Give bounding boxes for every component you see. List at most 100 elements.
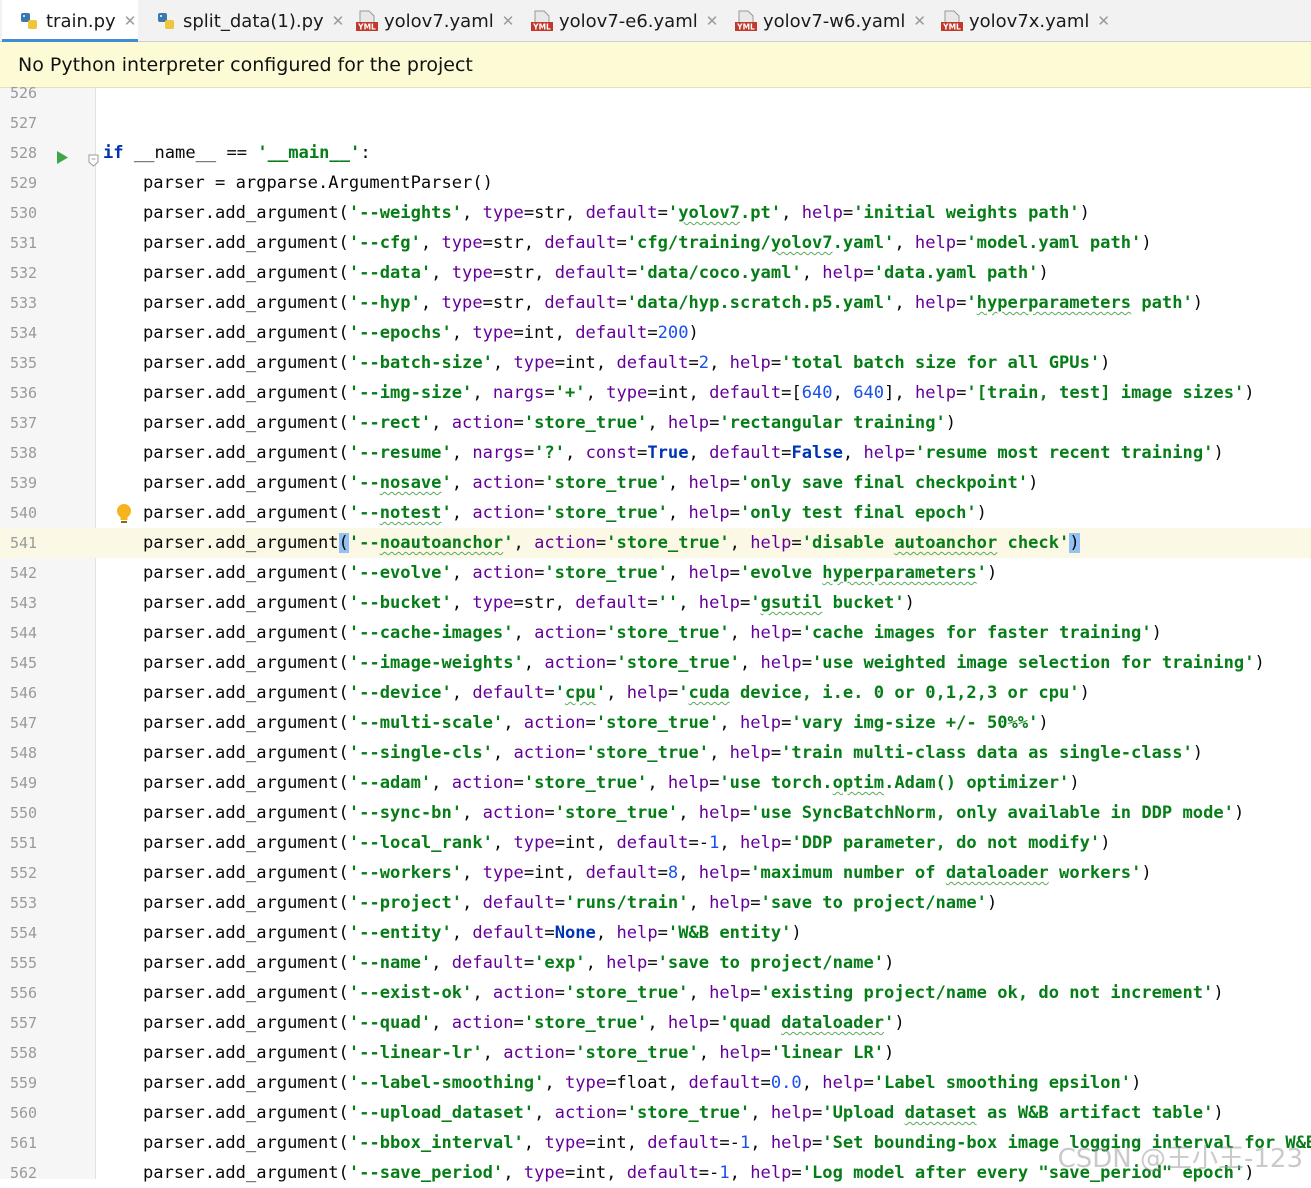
line-number: 559 [10, 1074, 38, 1092]
code-token: ' [966, 293, 977, 313]
code-line[interactable]: 552 parser.add_argument('--workers', type… [0, 858, 1311, 888]
line-code: parser.add_argument('--cache-images', ac… [143, 618, 1162, 648]
line-code: parser.add_argument('--hyp', type=str, d… [143, 288, 1203, 318]
editor-tab-bar: train.py ✕ split_data(1).py ✕ YML yolov7… [0, 0, 1311, 43]
code-line[interactable]: 532 parser.add_argument('--data', type=st… [0, 258, 1311, 288]
yaml-file-icon: YML [356, 10, 378, 32]
code-line[interactable]: 556 parser.add_argument('--exist-ok', act… [0, 978, 1311, 1008]
code-token: 640 [853, 383, 885, 403]
code-line[interactable]: 531 parser.add_argument('--cfg', type=str… [0, 228, 1311, 258]
code-line[interactable]: 551 parser.add_argument('--local_rank', t… [0, 828, 1311, 858]
code-token: action [544, 653, 607, 673]
code-line[interactable]: 536 parser.add_argument('--img-size', nar… [0, 378, 1311, 408]
code-token: = [657, 923, 668, 943]
code-token: ) [1069, 533, 1080, 553]
code-line[interactable]: 547 parser.add_argument('--multi-scale', … [0, 708, 1311, 738]
code-line[interactable]: 557 parser.add_argument('--quad', action=… [0, 1008, 1311, 1038]
code-line[interactable]: 555 parser.add_argument('--name', default… [0, 948, 1311, 978]
code-token: = [544, 803, 555, 823]
code-line[interactable]: 535 parser.add_argument('--batch-size', t… [0, 348, 1311, 378]
code-token: cpu [564, 683, 596, 703]
code-line[interactable]: 528 if __name__ == '__main__': [0, 138, 1311, 168]
code-token: 640 [801, 383, 833, 403]
code-line[interactable]: 527 [0, 108, 1311, 138]
code-token: , [894, 233, 915, 253]
code-token: , [595, 923, 617, 943]
code-line[interactable]: 526 [0, 78, 1311, 108]
code-line[interactable]: 529 parser = argparse.ArgumentParser() [0, 168, 1311, 198]
code-token: .yaml' [832, 233, 895, 253]
code-token: 'rectangular training' [719, 413, 946, 433]
code-line[interactable]: 530 parser.add_argument('--weights', type… [0, 198, 1311, 228]
close-tab-icon[interactable]: ✕ [1097, 12, 1110, 30]
tab-yolov7x-yaml[interactable]: YML yolov7x.yaml ✕ [941, 0, 1110, 42]
code-token: default [585, 863, 658, 883]
tab-yolov7-w6-yaml[interactable]: YML yolov7-w6.yaml ✕ [735, 0, 926, 42]
code-line[interactable]: 553 parser.add_argument('--project', defa… [0, 888, 1311, 918]
line-number: 540 [10, 504, 38, 522]
code-token: parser.add_argument( [143, 353, 349, 373]
code-token: help [863, 443, 905, 463]
tab-split-data-py[interactable]: split_data(1).py ✕ [155, 0, 344, 42]
line-number: 541 [10, 534, 38, 552]
code-line[interactable]: 543 parser.add_argument('--bucket', type=… [0, 588, 1311, 618]
close-tab-icon[interactable]: ✕ [502, 12, 515, 30]
code-token: = [709, 773, 720, 793]
code-token: 'existing project/name ok, do not increm… [760, 983, 1214, 1003]
code-token: , [678, 863, 699, 883]
code-token: , [801, 263, 823, 283]
code-token: default [709, 383, 782, 403]
tab-yolov7-yaml[interactable]: YML yolov7.yaml ✕ [356, 0, 514, 42]
code-token: help [729, 353, 771, 373]
code-line[interactable]: 537 parser.add_argument('--rect', action=… [0, 408, 1311, 438]
code-line[interactable]: 539 parser.add_argument('--nosave', actio… [0, 468, 1311, 498]
code-token: default [616, 833, 689, 853]
code-line[interactable]: 540 parser.add_argument('--notest', actio… [0, 498, 1311, 528]
code-token: = [523, 953, 535, 973]
code-line[interactable]: 533 parser.add_argument('--hyp', type=str… [0, 288, 1311, 318]
code-line[interactable]: 541 parser.add_argument('--noautoanchor',… [0, 528, 1311, 558]
code-token: = [791, 533, 802, 553]
code-token: help [688, 473, 730, 493]
code-line[interactable]: 558 parser.add_argument('--linear-lr', ac… [0, 1038, 1311, 1068]
code-token: =int, [513, 323, 576, 343]
code-token: help [914, 233, 957, 253]
code-token: dataloader [781, 1013, 885, 1033]
close-tab-icon[interactable]: ✕ [913, 12, 926, 30]
code-token: 'exp' [534, 953, 586, 973]
code-line[interactable]: 550 parser.add_argument('--sync-bn', acti… [0, 798, 1311, 828]
code-line[interactable]: 545 parser.add_argument('--image-weights'… [0, 648, 1311, 678]
line-code: parser.add_argument('--epochs', type=int… [143, 318, 699, 348]
code-token: , [585, 953, 607, 973]
tab-yolov7-e6-yaml[interactable]: YML yolov7-e6.yaml ✕ [531, 0, 718, 42]
close-tab-icon[interactable]: ✕ [706, 12, 719, 30]
code-line[interactable]: 560 parser.add_argument('--upload_dataset… [0, 1098, 1311, 1128]
close-tab-icon[interactable]: ✕ [124, 12, 137, 30]
code-token: =int, [647, 383, 710, 403]
code-line[interactable]: 534 parser.add_argument('--epochs', type=… [0, 318, 1311, 348]
code-token: '--project' [348, 893, 463, 913]
close-tab-icon[interactable]: ✕ [332, 12, 345, 30]
code-token: = [657, 203, 668, 223]
code-token: , [492, 743, 514, 763]
code-line[interactable]: 546 parser.add_argument('--device', defau… [0, 678, 1311, 708]
code-token: parser.add_argument [143, 533, 339, 553]
code-token: dataset [904, 1103, 977, 1123]
code-token: = [667, 683, 679, 703]
tab-train-py[interactable]: train.py ✕ [2, 0, 138, 43]
code-token: =- [688, 833, 710, 853]
code-token: parser.add_argument( [143, 1163, 349, 1183]
code-token: '--rect' [348, 413, 432, 433]
code-line[interactable]: 549 parser.add_argument('--adam', action=… [0, 768, 1311, 798]
code-line[interactable]: 544 parser.add_argument('--cache-images',… [0, 618, 1311, 648]
code-line[interactable]: 554 parser.add_argument('--entity', defau… [0, 918, 1311, 948]
code-token: = [647, 323, 658, 343]
code-line[interactable]: 542 parser.add_argument('--evolve', actio… [0, 558, 1311, 588]
code-line[interactable]: 548 parser.add_argument('--single-cls', a… [0, 738, 1311, 768]
code-token: parser.add_argument( [143, 593, 349, 613]
code-token: action [503, 1043, 565, 1063]
code-line[interactable]: 559 parser.add_argument('--label-smoothin… [0, 1068, 1311, 1098]
code-token: parser.add_argument( [143, 683, 349, 703]
code-line[interactable]: 538 parser.add_argument('--resume', nargs… [0, 438, 1311, 468]
code-token: , [647, 773, 668, 793]
